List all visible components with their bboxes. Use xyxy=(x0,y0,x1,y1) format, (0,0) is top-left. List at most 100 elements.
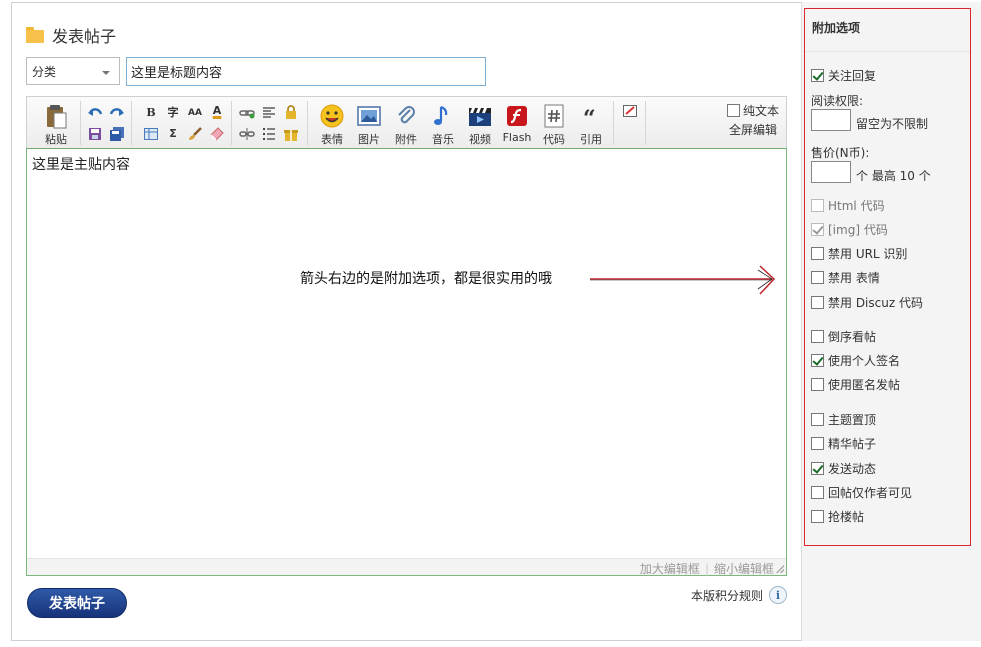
video-button[interactable]: 视频 xyxy=(463,101,497,147)
music-button[interactable]: 音乐 xyxy=(426,101,460,147)
info-icon[interactable]: i xyxy=(769,586,788,604)
option-checkbox[interactable] xyxy=(811,247,824,260)
svg-text:“: “ xyxy=(583,106,596,128)
font-size-button[interactable]: AA xyxy=(187,105,203,121)
option-item[interactable]: 倒序看帖 xyxy=(811,328,876,345)
resize-divider: | xyxy=(704,562,709,576)
enlarge-editor-link[interactable]: 加大编辑框 xyxy=(640,562,700,576)
option-item[interactable]: 发送动态 xyxy=(811,460,876,477)
credit-rules-label: 本版积分规则 xyxy=(691,588,764,603)
font-button[interactable]: 字 xyxy=(165,105,181,121)
editor-content[interactable]: 这里是主贴内容 xyxy=(32,154,130,174)
option-checkbox[interactable] xyxy=(811,354,824,367)
undo-icon[interactable] xyxy=(87,105,103,121)
link-icon[interactable] xyxy=(239,105,255,121)
emoji-label: 表情 xyxy=(321,133,343,146)
option-item[interactable]: 回帖仅作者可见 xyxy=(811,484,912,501)
credit-rules-link[interactable]: 本版积分规则 i xyxy=(691,586,788,604)
annotation-text: 箭头右边的是附加选项，都是很实用的哦 xyxy=(300,271,552,287)
bold-button[interactable]: B xyxy=(143,105,159,121)
align-icon[interactable] xyxy=(261,105,277,121)
edit-mode-icon[interactable] xyxy=(622,103,638,119)
shrink-editor-link[interactable]: 缩小编辑框 xyxy=(714,562,774,576)
submit-post-button[interactable]: 发表帖子 xyxy=(27,588,127,618)
option-checkbox[interactable] xyxy=(811,462,824,475)
flash-icon xyxy=(505,104,529,128)
resize-grip-icon[interactable] xyxy=(776,565,784,573)
subscribe-checkbox[interactable] xyxy=(811,69,824,82)
editor-resize-bar: 加大编辑框 | 缩小编辑框 xyxy=(27,558,786,576)
paperclip-icon xyxy=(394,104,418,128)
attach-button[interactable]: 附件 xyxy=(389,101,423,147)
save-all-icon[interactable] xyxy=(109,126,125,142)
option-label: 回帖仅作者可见 xyxy=(828,486,913,500)
option-item[interactable]: 使用匿名发帖 xyxy=(811,376,900,393)
option-checkbox[interactable] xyxy=(811,378,824,391)
fullscreen-link[interactable]: 全屏编辑 xyxy=(729,121,777,138)
smiley-icon xyxy=(320,104,344,128)
option-item[interactable]: 主题置顶 xyxy=(811,411,876,428)
option-checkbox[interactable] xyxy=(811,510,824,523)
option-item[interactable]: 禁用 表情 xyxy=(811,269,880,286)
plain-text-toggle[interactable]: 纯文本 xyxy=(727,102,779,119)
option-label: 使用匿名发帖 xyxy=(828,378,901,392)
option-label: 禁用 URL 识别 xyxy=(828,247,908,261)
quote-icon: “ xyxy=(579,104,603,132)
paste-label: 粘贴 xyxy=(45,133,67,146)
attach-label: 附件 xyxy=(395,133,417,146)
option-item[interactable]: 精华帖子 xyxy=(811,435,876,452)
font-color-button[interactable]: A xyxy=(209,103,225,119)
subscribe-label: 关注回复 xyxy=(828,69,877,83)
table-icon[interactable] xyxy=(143,126,159,142)
music-label: 音乐 xyxy=(432,133,454,146)
option-label: 禁用 表情 xyxy=(828,271,880,285)
option-label: 主题置顶 xyxy=(828,413,877,427)
sigma-button[interactable]: Σ xyxy=(165,126,181,142)
redo-icon[interactable] xyxy=(109,105,125,121)
plain-text-checkbox[interactable] xyxy=(727,104,740,117)
toolbar-divider xyxy=(613,101,614,145)
category-select[interactable]: 分类 xyxy=(26,57,120,85)
option-checkbox[interactable] xyxy=(811,413,824,426)
image-button[interactable]: 图片 xyxy=(352,101,386,147)
emoji-button[interactable]: 表情 xyxy=(315,101,349,147)
option-checkbox[interactable] xyxy=(811,330,824,343)
save-icon[interactable] xyxy=(87,126,103,142)
unlink-icon[interactable] xyxy=(239,126,255,142)
option-checkbox[interactable] xyxy=(811,271,824,284)
page-header: 发表帖子 xyxy=(26,24,116,46)
toolbar-divider xyxy=(307,101,308,145)
plain-text-label: 纯文本 xyxy=(743,104,780,118)
brush-icon[interactable] xyxy=(187,126,203,142)
toolbar-divider xyxy=(231,101,232,145)
option-item[interactable]: 禁用 URL 识别 xyxy=(811,245,907,262)
option-checkbox[interactable] xyxy=(811,437,824,450)
editor-area[interactable]: 这里是主贴内容 xyxy=(26,148,787,576)
option-item[interactable]: 禁用 Discuz 代码 xyxy=(811,294,923,311)
read-permission-input[interactable] xyxy=(811,109,851,131)
flash-button[interactable]: Flash xyxy=(500,101,534,147)
code-button[interactable]: 代码 xyxy=(537,101,571,147)
subscribe-option[interactable]: 关注回复 xyxy=(811,67,876,84)
title-input[interactable] xyxy=(126,57,486,86)
option-checkbox[interactable] xyxy=(811,296,824,309)
lock-icon[interactable] xyxy=(283,104,299,120)
extra-options-title: 附加选项 xyxy=(805,9,970,52)
paste-button[interactable]: 粘贴 xyxy=(39,101,73,147)
image-label: 图片 xyxy=(358,133,380,146)
eraser-icon[interactable] xyxy=(209,126,225,142)
code-label: 代码 xyxy=(543,133,565,146)
option-label: 发送动态 xyxy=(828,462,877,476)
gift-icon[interactable] xyxy=(283,126,299,142)
option-checkbox xyxy=(811,199,824,212)
clipboard-icon xyxy=(44,104,68,129)
toolbar-divider xyxy=(131,101,132,145)
quote-button[interactable]: “ 引用 xyxy=(574,101,608,147)
option-item[interactable]: 抢楼帖 xyxy=(811,508,864,525)
option-item[interactable]: 使用个人签名 xyxy=(811,352,900,369)
list-icon[interactable] xyxy=(261,126,277,142)
option-checkbox[interactable] xyxy=(811,486,824,499)
price-input[interactable] xyxy=(811,161,851,183)
editor-toolbar: 粘贴 B 字 AA A Σ 表情 图片 附件 音乐 视频 Flash 代码 “ … xyxy=(26,96,787,148)
clapperboard-icon xyxy=(468,104,492,128)
